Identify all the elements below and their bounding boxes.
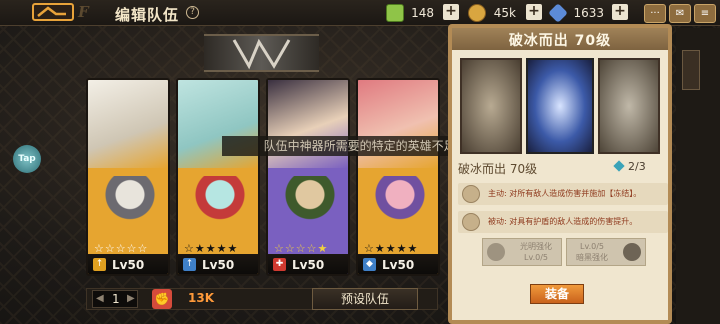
hero-class-icon: ↑ [93,258,106,271]
team-page-stepper: ◀ 1 ▶ [92,290,138,308]
active-skill-icon [462,185,480,203]
next-page-icon[interactable]: ▶ [127,293,135,304]
light-enhance-level: Lv.0/5 [524,253,548,262]
add-green-cube-button[interactable]: + [443,4,459,20]
light-enhance-label: 光明强化 [520,242,552,251]
relic-thumb-right[interactable] [598,58,660,154]
hero-level: Lv50 [292,258,325,272]
hero-card-4[interactable]: ☆★★★★ ◆ Lv50 [356,78,440,276]
page-number: 1 [112,292,120,306]
add-crystal-button[interactable]: + [612,4,628,20]
hero-chibi [104,176,156,238]
gold-coin-value: 45k [493,6,516,20]
hero-class-icon: ↑ [183,258,196,271]
relic-panel-title: 破冰而出 70级 [508,33,612,49]
relic-banner [204,34,319,72]
menu-icon[interactable]: ≡ [694,4,716,23]
back-button[interactable] [32,3,74,21]
mail-icon[interactable]: ✉ [669,4,691,23]
team-power: 13K [188,291,214,305]
dark-enhance-icon [623,243,641,261]
hero-level: Lv50 [202,258,235,272]
hero-level-bar: ↑ Lv50 [178,254,258,274]
hero-class-icon: ◆ [363,258,376,271]
relic-count: 2/3 [628,160,646,173]
relic-thumb-left[interactable] [460,58,522,154]
passive-skill-icon [462,213,480,231]
hero-card-2[interactable]: ☆★★★★ ↑ Lv50 [176,78,260,276]
light-enhance-icon [487,243,505,261]
dark-enhance-label: 暗黑强化 [576,253,608,262]
hero-level: Lv50 [112,258,145,272]
hero-chibi [284,176,336,238]
blue-crystal-value: 1633 [573,6,604,20]
chat-icon[interactable]: ··· [644,4,666,23]
equip-button[interactable]: 装备 [530,284,584,304]
prev-page-icon[interactable]: ◀ [96,293,104,304]
light-enhance-slot[interactable]: 光明强化 Lv.0/5 [482,238,562,266]
hero-level-bar: ◆ Lv50 [358,254,438,274]
relic-silhouette-icon [232,38,291,70]
back-arrow-icon [37,6,66,17]
hero-card-1[interactable]: ☆☆☆☆☆ ↑ Lv50 [86,78,170,276]
hero-card-3[interactable]: ☆☆☆☆★ ✚ Lv50 [266,78,350,276]
tap-button[interactable]: Tap [13,145,41,173]
relic-thumb-selected[interactable] [526,58,594,154]
hero-level: Lv50 [382,258,415,272]
dark-enhance-slot[interactable]: Lv.0/5 暗黑强化 [566,238,646,266]
hero-chibi [194,176,246,238]
hero-class-icon: ✚ [273,258,286,271]
help-icon[interactable]: ? [186,6,199,19]
hero-portrait [88,80,168,168]
hero-level-bar: ✚ Lv50 [268,254,348,274]
preset-team-button[interactable]: 预设队伍 [312,288,418,310]
active-skill-text: 主动: 对所有敌人造成伤害并施加【冻结】。 [488,189,642,198]
active-skill-row[interactable]: 主动: 对所有敌人造成伤害并施加【冻结】。 [458,183,668,205]
relic-name: 破冰而出 70级 [458,162,538,176]
passive-skill-row[interactable]: 被动: 对具有护盾的敌人造成的伤害提升。 [458,211,668,233]
add-gold-button[interactable]: + [526,4,542,20]
green-cube-value: 148 [411,6,434,20]
page-title: 编辑队伍 [115,6,180,24]
passive-skill-text: 被动: 对具有护盾的敌人造成的伤害提升。 [488,217,638,226]
decorative-f-mark: F [78,3,89,21]
side-tab[interactable] [682,50,700,90]
dark-enhance-level: Lv.0/5 [580,242,604,251]
hero-level-bar: ↑ Lv50 [88,254,168,274]
hero-chibi [374,176,426,238]
fist-power-icon: ✊ [152,289,172,309]
